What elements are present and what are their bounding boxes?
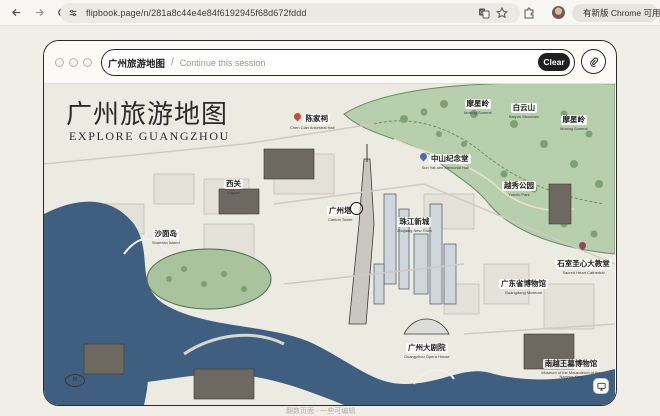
session-separator: / (171, 57, 174, 68)
translate-icon: G (479, 8, 490, 19)
forward-button[interactable] (32, 6, 46, 20)
url-text: flipbook.page/n/281a8c44e4e84f6192945f68… (86, 8, 307, 18)
browser-toolbar: flipbook.page/n/281a8c44e4e84f6192945f68… (0, 0, 660, 26)
bookmark-button[interactable] (495, 6, 509, 20)
label-shamian-island[interactable]: 沙面岛 Shamian Island (152, 224, 180, 245)
session-title: 广州旅游地图 (108, 58, 166, 70)
session-input[interactable]: 广州旅游地图 / Continue this session Clear (101, 49, 575, 76)
map-pin-icon (293, 111, 303, 122)
window-dot-minimize[interactable] (69, 58, 78, 67)
attach-button[interactable] (581, 49, 606, 74)
map-pin-icon (418, 151, 429, 162)
label-nanyue-king-museum[interactable]: 南越王墓博物馆 Museum of the Mausoleum of the N… (539, 354, 603, 379)
svg-text:G: G (480, 10, 484, 16)
compass-icon: N (65, 374, 85, 387)
cursor-indicator (350, 202, 363, 215)
app-window: 广州旅游地图 / Continue this session Clear 广州旅… (43, 40, 617, 406)
label-moxing-summit-2[interactable]: 摩星岭 Moxing Summit (560, 110, 588, 131)
arrow-right-icon (35, 8, 44, 17)
shamian-island (146, 248, 272, 310)
session-placeholder: Continue this session (179, 57, 266, 68)
address-bar[interactable]: flipbook.page/n/281a8c44e4e84f6192945f68… (60, 3, 520, 23)
label-chen-clan[interactable]: 陈家祠 Chen Clan Ancestral Hall (290, 109, 334, 130)
label-opera-house[interactable]: 广州大剧院 Guangzhou Opera House (404, 338, 450, 359)
window-dot-close[interactable] (55, 58, 64, 67)
map-illustration[interactable]: 广州旅游地图 EXPLORE GUANGZHOU 陈家祠 Chen Clan A… (44, 84, 615, 405)
paperclip-icon (589, 57, 598, 67)
map-title-en: EXPLORE GUANGZHOU (69, 129, 230, 143)
puzzle-icon (524, 7, 534, 19)
translate-button[interactable]: G (477, 6, 491, 20)
label-baiyun-mountain[interactable]: 白云山 Baiyun Mountain (509, 98, 539, 119)
bookmark-star-icon (496, 7, 508, 19)
canton-tower (348, 158, 375, 325)
site-settings-icon[interactable] (68, 8, 78, 18)
footer-text: 翻数页面 · 一些可编辑 (286, 408, 356, 415)
screen-icon (596, 382, 606, 391)
profile-avatar[interactable] (552, 6, 565, 19)
map-pin-icon (577, 240, 588, 251)
label-moxing-summit[interactable]: 摩星岭 Moxing Summit (464, 94, 492, 115)
back-button[interactable] (9, 6, 23, 20)
label-zhujiang-new-town[interactable]: 珠江新城 Zhujiang New Town (397, 212, 432, 233)
label-xiguan[interactable]: 西关 Xiguan (224, 174, 243, 195)
app-header: 广州旅游地图 / Continue this session Clear (44, 41, 616, 84)
present-button[interactable] (593, 378, 609, 394)
label-sun-yat-sen-hall[interactable]: 中山纪念堂 Sun Yat-sen Memorial Hall (418, 149, 471, 170)
label-guangdong-museum[interactable]: 广东省博物馆 Guangdong Museum (499, 274, 548, 295)
arrow-left-icon (11, 8, 20, 17)
label-canton-tower[interactable]: 广州塔 Canton Tower (327, 201, 354, 222)
extensions-button[interactable] (522, 6, 536, 20)
chrome-update-button[interactable]: 有新版 Chrome 可用 (572, 4, 660, 22)
label-sacred-heart-cathedral[interactable]: 石室圣心大教堂 Sacred Heart Cathedral (552, 238, 615, 275)
opera-house (403, 318, 450, 335)
map-title-cn: 广州旅游地图 (66, 100, 229, 130)
label-yuexiu-park[interactable]: 越秀公园 Yuexiu Park (502, 176, 536, 197)
update-label: 有新版 Chrome 可用 (583, 8, 660, 18)
clear-button[interactable]: Clear (538, 53, 570, 71)
window-dot-maximize[interactable] (83, 58, 92, 67)
